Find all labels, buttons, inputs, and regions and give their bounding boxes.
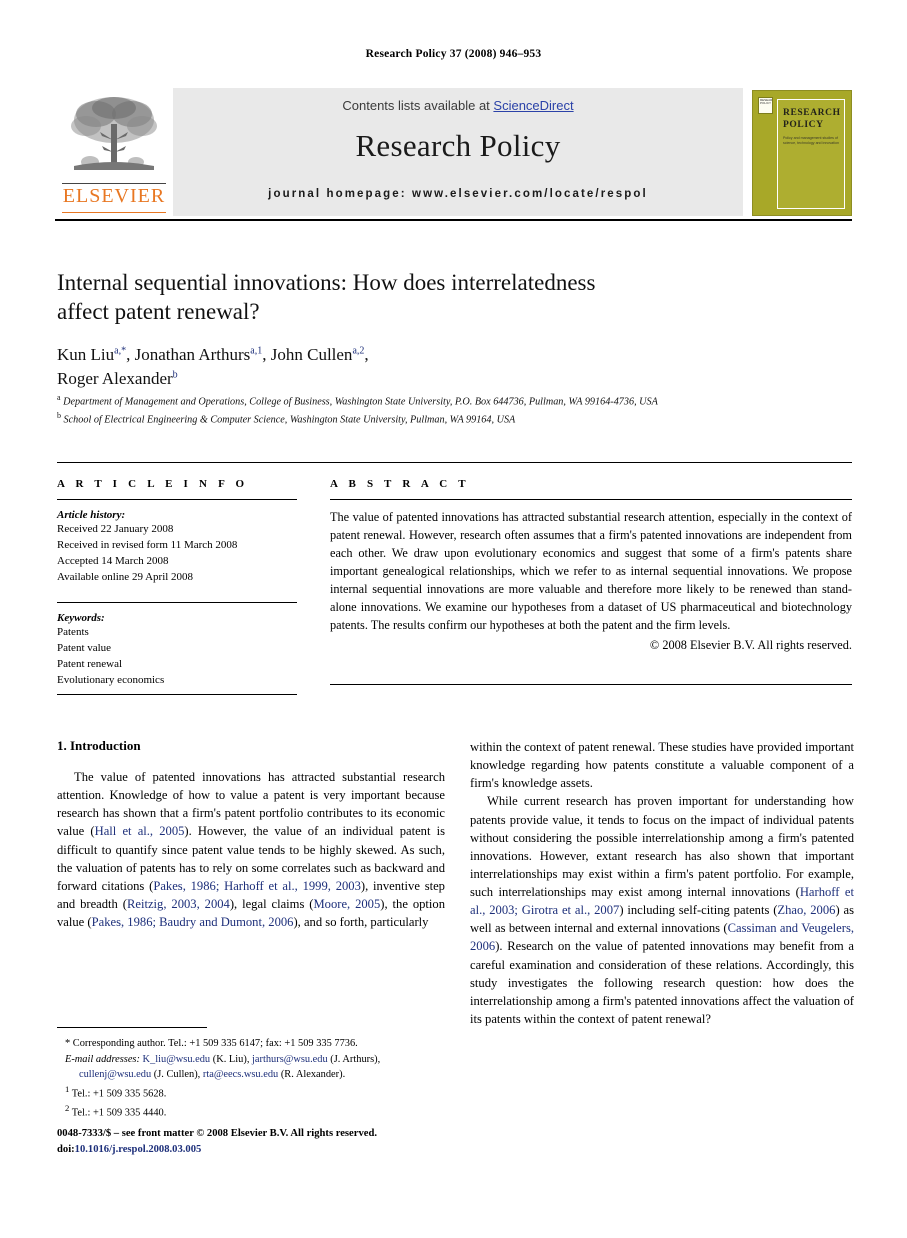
article-history-item: Accepted 14 March 2008 [57, 554, 169, 567]
affiliation-marker-b: b [57, 410, 61, 420]
keywords-divider [57, 601, 297, 603]
article-history-heading: Article history: [57, 509, 126, 521]
abstract-column: A B S T R A C T The value of patented in… [330, 478, 852, 653]
keyword-item: Patent value [57, 641, 112, 654]
running-head: Research Policy 37 (2008) 946–953 [365, 48, 542, 60]
citation-link[interactable]: Cassiman and Veugelers, 2006 [470, 921, 854, 953]
email-owner-1: (K. Liu) [212, 1053, 247, 1065]
elsevier-rule-upper [62, 183, 166, 184]
citation-link[interactable]: Reitzig, 2003, 2004 [127, 897, 230, 911]
author-list: Kun Liua,*, Jonathan Arthursa,1, John Cu… [57, 344, 369, 388]
email-link-2[interactable]: jarthurs@wsu.edu [252, 1054, 328, 1065]
abstract-copyright: © 2008 Elsevier B.V. All rights reserved… [649, 637, 852, 652]
body-column-right: within the context of patent renewal. Th… [470, 738, 854, 1028]
footnote-note-2-text: Tel.: +1 509 335 4440. [71, 1107, 167, 1119]
journal-banner: Contents lists available at ScienceDirec… [173, 88, 743, 216]
intro-paragraph-right-2: While current research has proven import… [470, 794, 854, 1026]
abstract-label: A B S T R A C T [330, 478, 470, 490]
keyword-item: Patents [57, 625, 89, 638]
footnote-note-1-text: Tel.: +1 509 335 5628. [71, 1088, 167, 1100]
footnote-block: * Corresponding author. Tel.: +1 509 335… [57, 1036, 445, 1121]
doi-link[interactable]: 10.1016/j.respol.2008.03.005 [75, 1144, 202, 1155]
panel-top-divider [57, 462, 852, 463]
intro-paragraph-left: The value of patented innovations has at… [57, 770, 446, 929]
keyword-item: Patent renewal [57, 657, 123, 670]
article-info-divider [57, 499, 297, 500]
keyword-item: Evolutionary economics [57, 673, 165, 686]
journal-title: Research Policy [355, 128, 561, 163]
footnote-note-1: 1 Tel.: +1 509 335 5628. [57, 1083, 445, 1102]
author-name-3: John Cullen [270, 344, 353, 364]
front-matter-line: 0048-7333/$ – see front matter © 2008 El… [57, 1128, 377, 1139]
author-name-1: Kun Liu [57, 344, 115, 364]
journal-homepage[interactable]: journal homepage: www.elsevier.com/locat… [173, 188, 743, 200]
author-sup-1: a,* [114, 345, 127, 357]
affiliation-a: a Department of Management and Operation… [57, 392, 757, 410]
article-info-column: A R T I C L E I N F O Article history: R… [57, 478, 297, 689]
citation-link[interactable]: Hall et al., 2005 [95, 824, 185, 838]
footnote-emails: E-mail addresses: K_liu@wsu.edu (K. Liu)… [65, 1053, 381, 1081]
affiliation-text-a: Department of Management and Operations,… [63, 396, 658, 408]
doi-label: doi: [57, 1143, 75, 1155]
elsevier-tree-icon [71, 97, 157, 170]
footnote-marker-1: 1 [65, 1083, 70, 1094]
contents-list-line: Contents lists available at ScienceDirec… [173, 98, 743, 113]
citation-link[interactable]: Moore, 2005 [313, 897, 380, 911]
author-sup-3: a,2 [352, 345, 365, 357]
citation-link[interactable]: Pakes, 1986; Baudry and Dumont, 2006 [92, 915, 294, 929]
article-history-item: Received 22 January 2008 [57, 523, 174, 535]
journal-cover-thumbnail[interactable]: RESEARCH POLICY RESEARCH POLICY Policy a… [752, 90, 852, 216]
email-link-1[interactable]: K_liu@wsu.edu [143, 1054, 211, 1065]
keywords-heading: Keywords: [57, 611, 105, 624]
body-column-left: 1. Introduction The value of patented in… [57, 738, 445, 931]
intro-paragraph-right-1: within the context of patent renewal. Th… [470, 740, 854, 791]
author-name-2: Jonathan Arthurs [134, 344, 251, 364]
author-sup-4: b [172, 369, 178, 381]
elsevier-logo: ELSEVIER [60, 92, 168, 214]
contents-prefix: Contents lists available at [342, 98, 494, 113]
footnote-note-2: 2 Tel.: +1 509 335 4440. [57, 1102, 445, 1121]
abstract-text: The value of patented innovations has at… [330, 510, 852, 632]
affiliation-list: a Department of Management and Operation… [57, 392, 757, 428]
cover-title: RESEARCH POLICY [783, 108, 841, 130]
info-bottom-divider [57, 694, 297, 695]
author-name-4: Roger Alexander [57, 369, 173, 388]
article-title: Internal sequential innovations: How doe… [57, 270, 596, 325]
abstract-bottom-divider [330, 684, 852, 685]
title-block: Internal sequential innovations: How doe… [57, 268, 627, 391]
section-heading-introduction: 1. Introduction [57, 738, 141, 753]
affiliation-marker-a: a [57, 393, 61, 402]
affiliation-text-b: School of Electrical Engineering & Compu… [63, 414, 516, 426]
email-owner-2: (J. Arthurs) [330, 1053, 378, 1065]
article-history-item: Received in revised form 11 March 2008 [57, 538, 238, 551]
email-label: E-mail addresses: [65, 1053, 140, 1065]
cover-stamp-icon: RESEARCH POLICY [758, 97, 773, 114]
footnote-divider [57, 1027, 207, 1028]
abstract-divider [330, 499, 852, 500]
imprint-block: 0048-7333/$ – see front matter © 2008 El… [57, 1126, 457, 1158]
cover-subtitle: Policy and management studies of science… [783, 136, 839, 146]
citation-link[interactable]: Zhao, 2006 [777, 903, 835, 917]
masthead-divider [55, 219, 852, 221]
email-link-3[interactable]: cullenj@wsu.edu [79, 1069, 151, 1080]
article-page: Research Policy 37 (2008) 946–953 ELSEVI… [0, 0, 907, 1238]
author-sup-2: a,1 [250, 345, 263, 357]
cover-inner-panel: RESEARCH POLICY Policy and management st… [777, 99, 845, 209]
footnote-corresponding: * Corresponding author. Tel.: +1 509 335… [65, 1038, 358, 1049]
email-owner-3: (J. Cullen) [153, 1069, 198, 1081]
footnote-marker-2: 2 [65, 1102, 70, 1113]
sciencedirect-link[interactable]: ScienceDirect [493, 98, 573, 113]
journal-masthead: ELSEVIER Contents lists available at Sci… [55, 88, 852, 221]
elsevier-rule-lower [62, 212, 166, 213]
citation-link[interactable]: Pakes, 1986; Harhoff et al., 1999, 2003 [153, 879, 361, 893]
doi-line: doi:10.1016/j.respol.2008.03.005 [57, 1142, 457, 1158]
affiliation-b: b School of Electrical Engineering & Com… [57, 410, 757, 428]
article-info-label: A R T I C L E I N F O [57, 478, 249, 490]
article-history-item: Available online 29 April 2008 [57, 570, 194, 583]
email-owner-4: (R. Alexander) [280, 1069, 343, 1081]
email-link-4[interactable]: rta@eecs.wsu.edu [203, 1069, 278, 1080]
elsevier-wordmark: ELSEVIER [62, 185, 166, 207]
